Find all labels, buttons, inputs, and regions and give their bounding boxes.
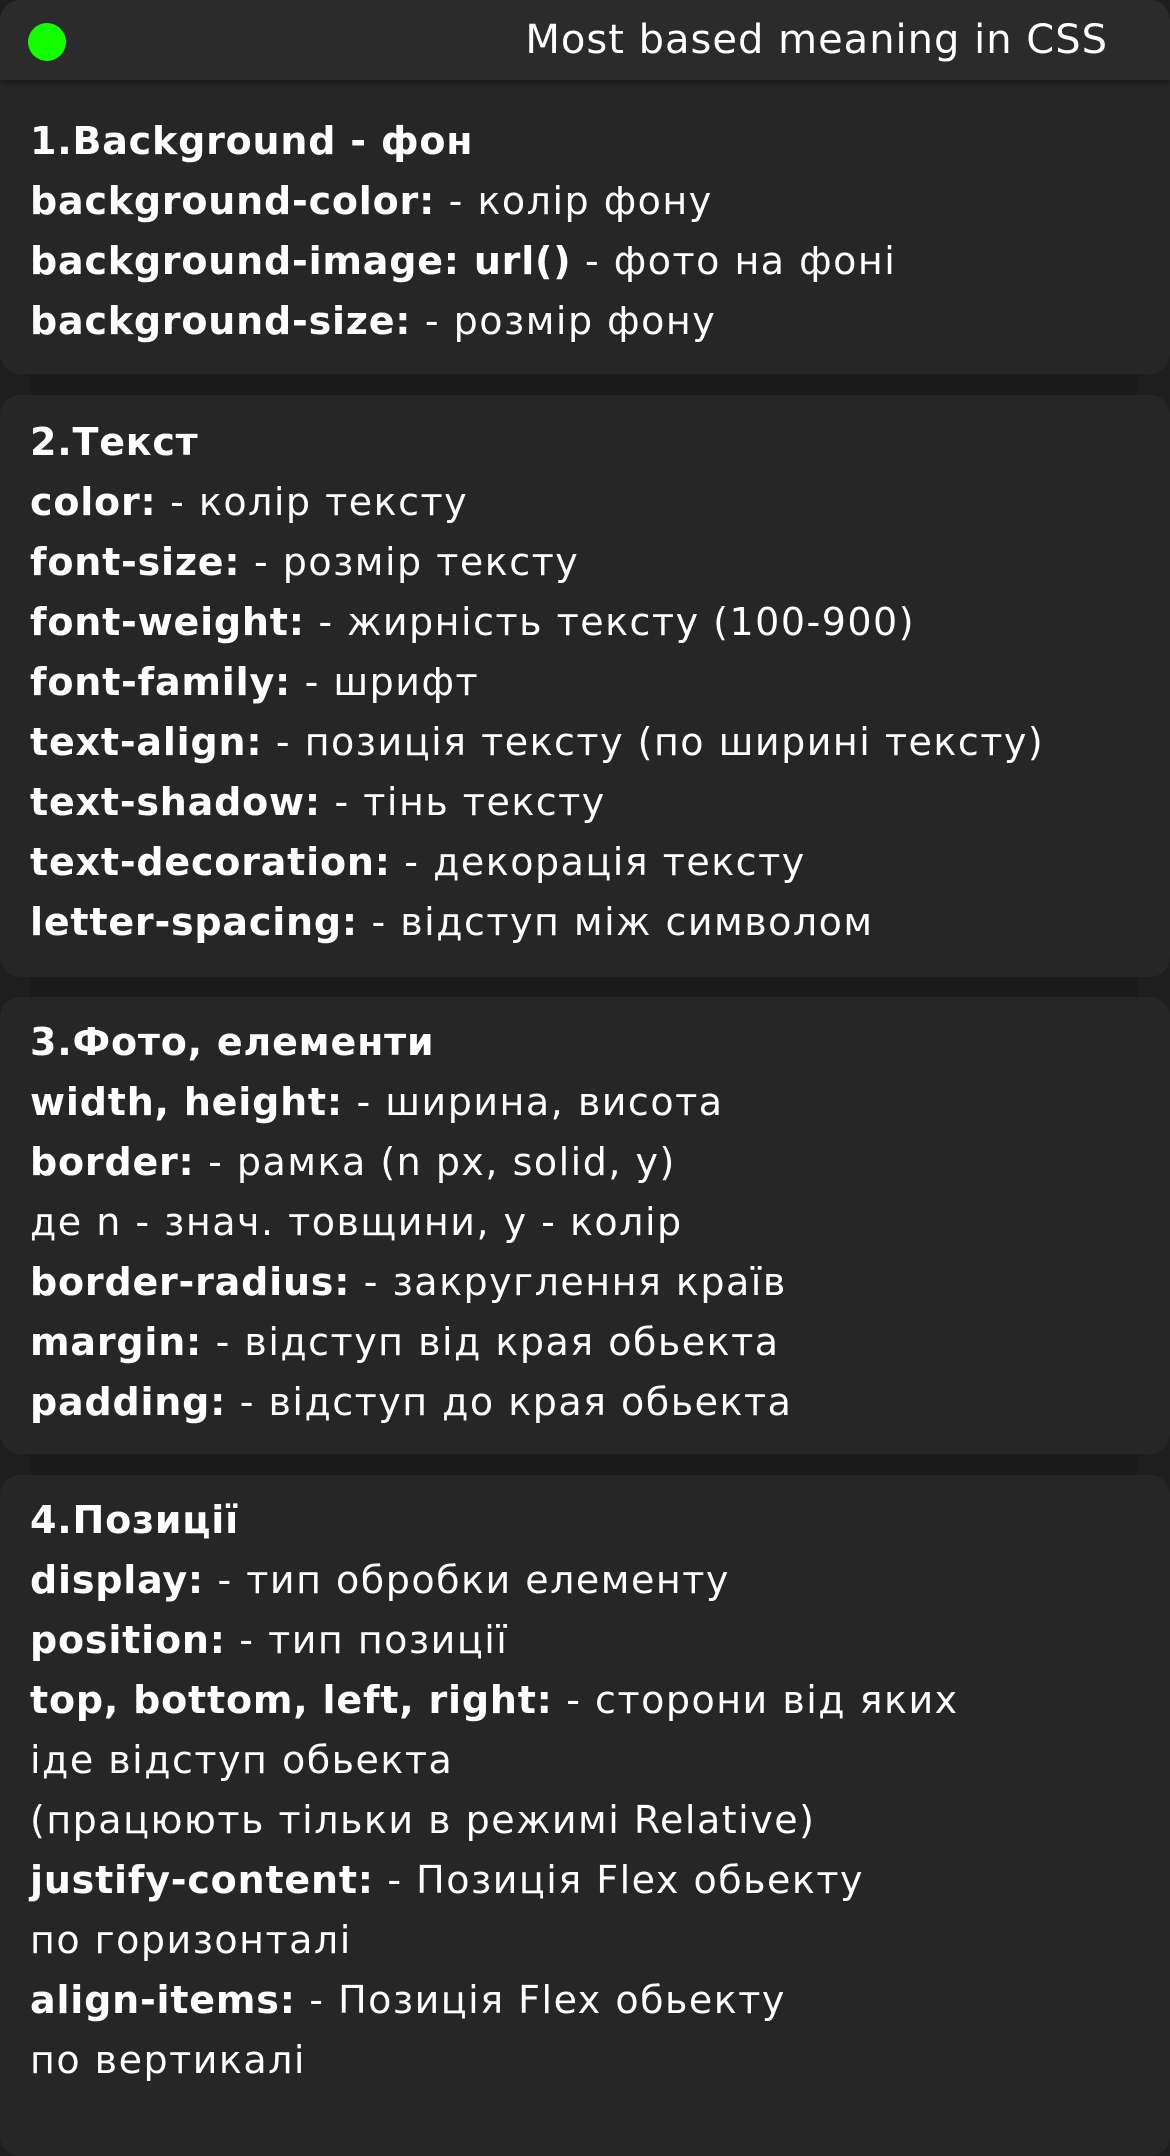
section-background: 1.Background - фон background-color: - к… [0, 80, 1170, 374]
section-positions: 4.Позиції display: - тип обробки елемент… [0, 1475, 1170, 2156]
section-heading: 2.Текст [30, 412, 1140, 472]
status-dot-icon [28, 23, 66, 61]
property-line: background-size: - розмір фону [30, 291, 1140, 351]
property-description: - шрифт [291, 660, 480, 704]
property-line: font-weight: - жирність тексту (100-900) [30, 592, 1140, 652]
property-name: background-size: [30, 299, 412, 343]
property-line: іде відступ обьекта [30, 1730, 1140, 1790]
property-name: text-decoration: [30, 840, 391, 884]
property-name: font-weight: [30, 600, 305, 644]
property-line: text-align: - позиція тексту (по ширині … [30, 712, 1140, 772]
property-name: letter-spacing: [30, 900, 358, 944]
property-description: - рамка (n px, solid, y) [194, 1140, 676, 1184]
property-name: padding: [30, 1380, 227, 1424]
property-line: letter-spacing: - відступ між символом [30, 892, 1140, 952]
property-line: border-radius: - закруглення країв [30, 1252, 1140, 1312]
property-description: - тип позиції [225, 1618, 509, 1662]
property-description: - розмір тексту [240, 540, 580, 584]
property-line: text-shadow: - тінь тексту [30, 772, 1140, 832]
property-description: (працюють тільки в режимі Relative) [30, 1798, 816, 1842]
property-line: (працюють тільки в режимі Relative) [30, 1790, 1140, 1850]
property-description: - Позиція Flex обьекту [295, 1978, 786, 2022]
property-line: де n - знач. товщини, y - колір [30, 1192, 1140, 1252]
property-description: - колір тексту [156, 480, 469, 524]
property-name: background-color: [30, 179, 436, 223]
property-description: - фото на фоні [571, 239, 897, 283]
property-line: font-size: - розмір тексту [30, 532, 1140, 592]
property-line: width, height: - ширина, висота [30, 1072, 1140, 1132]
window-titlebar: Most based meaning in CSS [0, 0, 1170, 80]
property-line: text-decoration: - декорація тексту [30, 832, 1140, 892]
section-photo-elements: 3.Фото, елементи width, height: - ширина… [0, 997, 1170, 1454]
property-line: display: - тип обробки елементу [30, 1550, 1140, 1610]
property-line: background-image: url() - фото на фоні [30, 231, 1140, 291]
property-line: background-color: - колір фону [30, 171, 1140, 231]
property-name: border: [30, 1140, 195, 1184]
property-description: - сторони від яких [552, 1678, 959, 1722]
property-name: 4.Позиції [30, 1498, 239, 1542]
section-heading: 4.Позиції [30, 1490, 1140, 1550]
property-line: padding: - відступ до края обьекта [30, 1372, 1140, 1432]
property-description: - позиція тексту (по ширині тексту) [262, 720, 1045, 764]
property-line: position: - тип позиції [30, 1610, 1140, 1670]
property-description: - ширина, висота [342, 1080, 724, 1124]
property-name: margin: [30, 1320, 203, 1364]
property-line: margin: - відступ від края обьекта [30, 1312, 1140, 1372]
property-name: 2.Текст [30, 420, 199, 464]
property-description: - відступ між символом [357, 900, 874, 944]
property-name: text-shadow: [30, 780, 321, 824]
property-description: по вертикалі [30, 2038, 306, 2082]
property-description: іде відступ обьекта [30, 1738, 454, 1782]
property-description: - тип обробки елементу [203, 1558, 730, 1602]
property-name: background-image: url() [30, 239, 572, 283]
property-description: - Позиція Flex обьекту [373, 1858, 864, 1902]
property-name: 3.Фото, елементи [30, 1020, 435, 1064]
property-name: text-align: [30, 720, 263, 764]
property-description: - відступ від края обьекта [202, 1320, 780, 1364]
property-name: position: [30, 1618, 226, 1662]
property-name: 1.Background - фон [30, 119, 474, 163]
property-description: де n - знач. товщини, y - колір [30, 1200, 683, 1244]
section-text: 2.Текст color: - колір тексту font-size:… [0, 395, 1170, 977]
property-line: justify-content: - Позиція Flex обьекту [30, 1850, 1140, 1910]
property-name: width, height: [30, 1080, 343, 1124]
property-description: - жирність тексту (100-900) [304, 600, 916, 644]
section-heading: 3.Фото, елементи [30, 1012, 1140, 1072]
property-description: по горизонталі [30, 1918, 352, 1962]
property-name: display: [30, 1558, 204, 1602]
section-heading: 1.Background - фон [30, 111, 1140, 171]
property-line: по горизонталі [30, 1910, 1140, 1970]
property-line: top, bottom, left, right: - сторони від … [30, 1670, 1140, 1730]
property-description: - закруглення країв [350, 1260, 787, 1304]
property-description: - розмір фону [411, 299, 717, 343]
property-line: align-items: - Позиція Flex обьекту [30, 1970, 1140, 2030]
property-line: по вертикалі [30, 2030, 1140, 2090]
property-name: font-family: [30, 660, 292, 704]
property-line: font-family: - шрифт [30, 652, 1140, 712]
property-name: font-size: [30, 540, 241, 584]
property-name: justify-content: [30, 1858, 374, 1902]
property-description: - декорація тексту [390, 840, 806, 884]
property-description: - відступ до края обьекта [226, 1380, 793, 1424]
property-description: - колір фону [435, 179, 713, 223]
property-name: color: [30, 480, 157, 524]
property-name: top, bottom, left, right: [30, 1678, 553, 1722]
property-name: align-items: [30, 1978, 296, 2022]
window-title: Most based meaning in CSS [525, 17, 1108, 63]
property-description: - тінь тексту [320, 780, 606, 824]
property-line: border: - рамка (n px, solid, y) [30, 1132, 1140, 1192]
property-name: border-radius: [30, 1260, 351, 1304]
property-line: color: - колір тексту [30, 472, 1140, 532]
